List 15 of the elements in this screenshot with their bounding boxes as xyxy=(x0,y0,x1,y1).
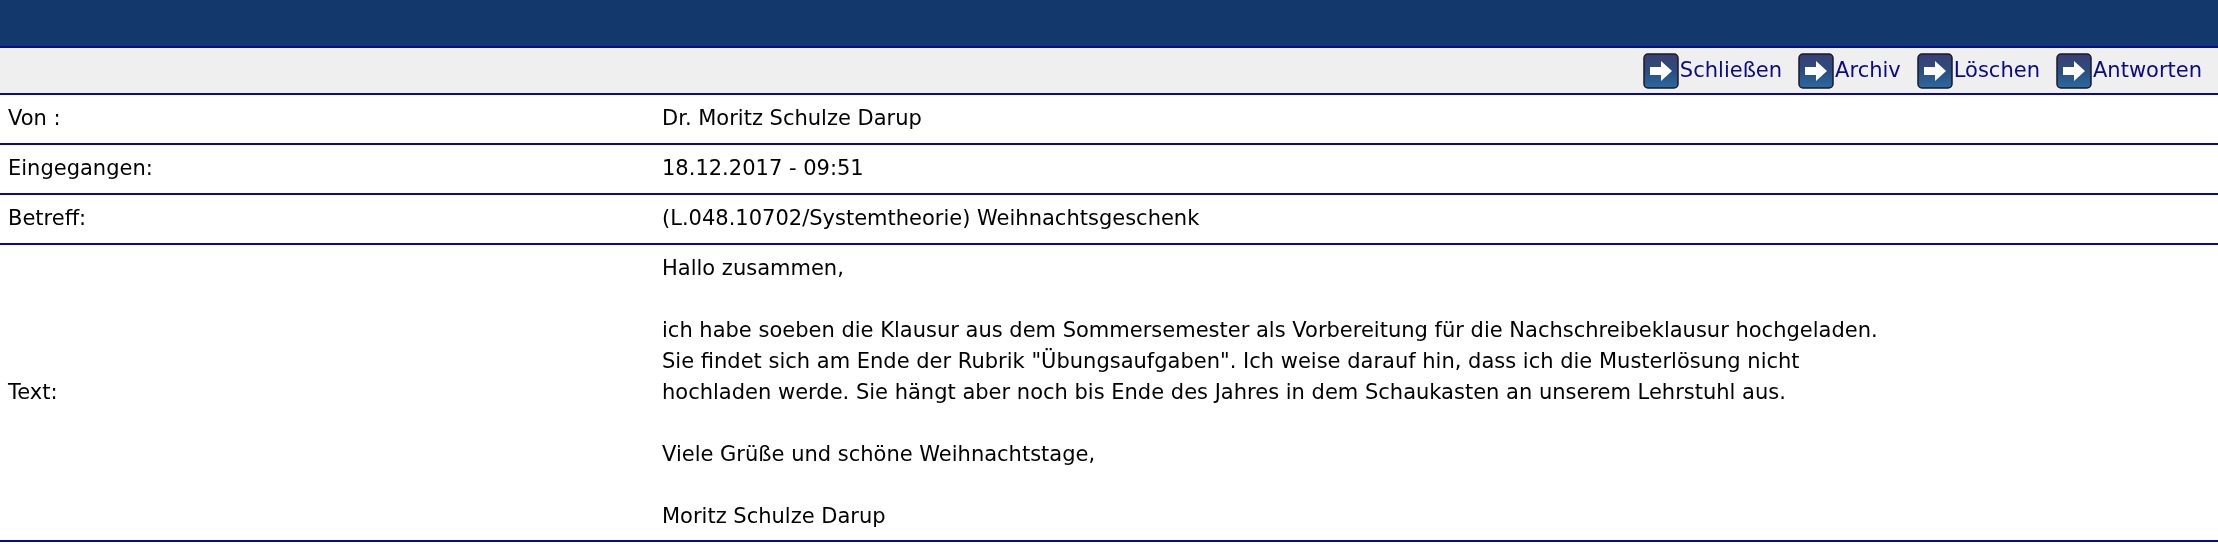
message-paragraph: Hallo zusammen, xyxy=(662,255,845,282)
message-paragraph: Moritz Schulze Darup xyxy=(662,503,887,530)
field-label: Text: xyxy=(7,378,59,406)
field-label: Betreff: xyxy=(7,205,88,233)
field-label: Von : xyxy=(7,105,62,133)
toolbar-link[interactable]: Archiv xyxy=(1798,52,1901,89)
field-value: (L.048.10702/Systemtheorie) Weihnachtsgeschenk xyxy=(662,205,1200,233)
field-value: Dr. Moritz Schulze Darup xyxy=(662,105,922,133)
field-label: Eingegangen: xyxy=(7,155,154,183)
toolbar-link[interactable]: Schließen xyxy=(1642,52,1783,89)
message-paragraph: Viele Grüße und schöne Weihnachtstage, xyxy=(662,441,1097,468)
toolbar-link[interactable]: Antworten xyxy=(2055,52,2202,89)
toolbar-link[interactable]: Löschen xyxy=(1916,52,2040,89)
field-value: 18.12.2017 - 09:51 xyxy=(662,155,864,183)
message-paragraph: ich habe soeben die Klausur aus dem Sommersemester als Vorbereitung für die Nachschreibeklausur hochgeladen. Sie findet sich am Ende der Rubrik "Übungsaufgaben". Ich weise darauf hin, dass ich die Musterlösung nicht hochladen werde. Sie hängt aber noch bis Ende des Jahres in dem Schaukasten an unserem Lehrstuhl aus. xyxy=(662,317,1878,406)
